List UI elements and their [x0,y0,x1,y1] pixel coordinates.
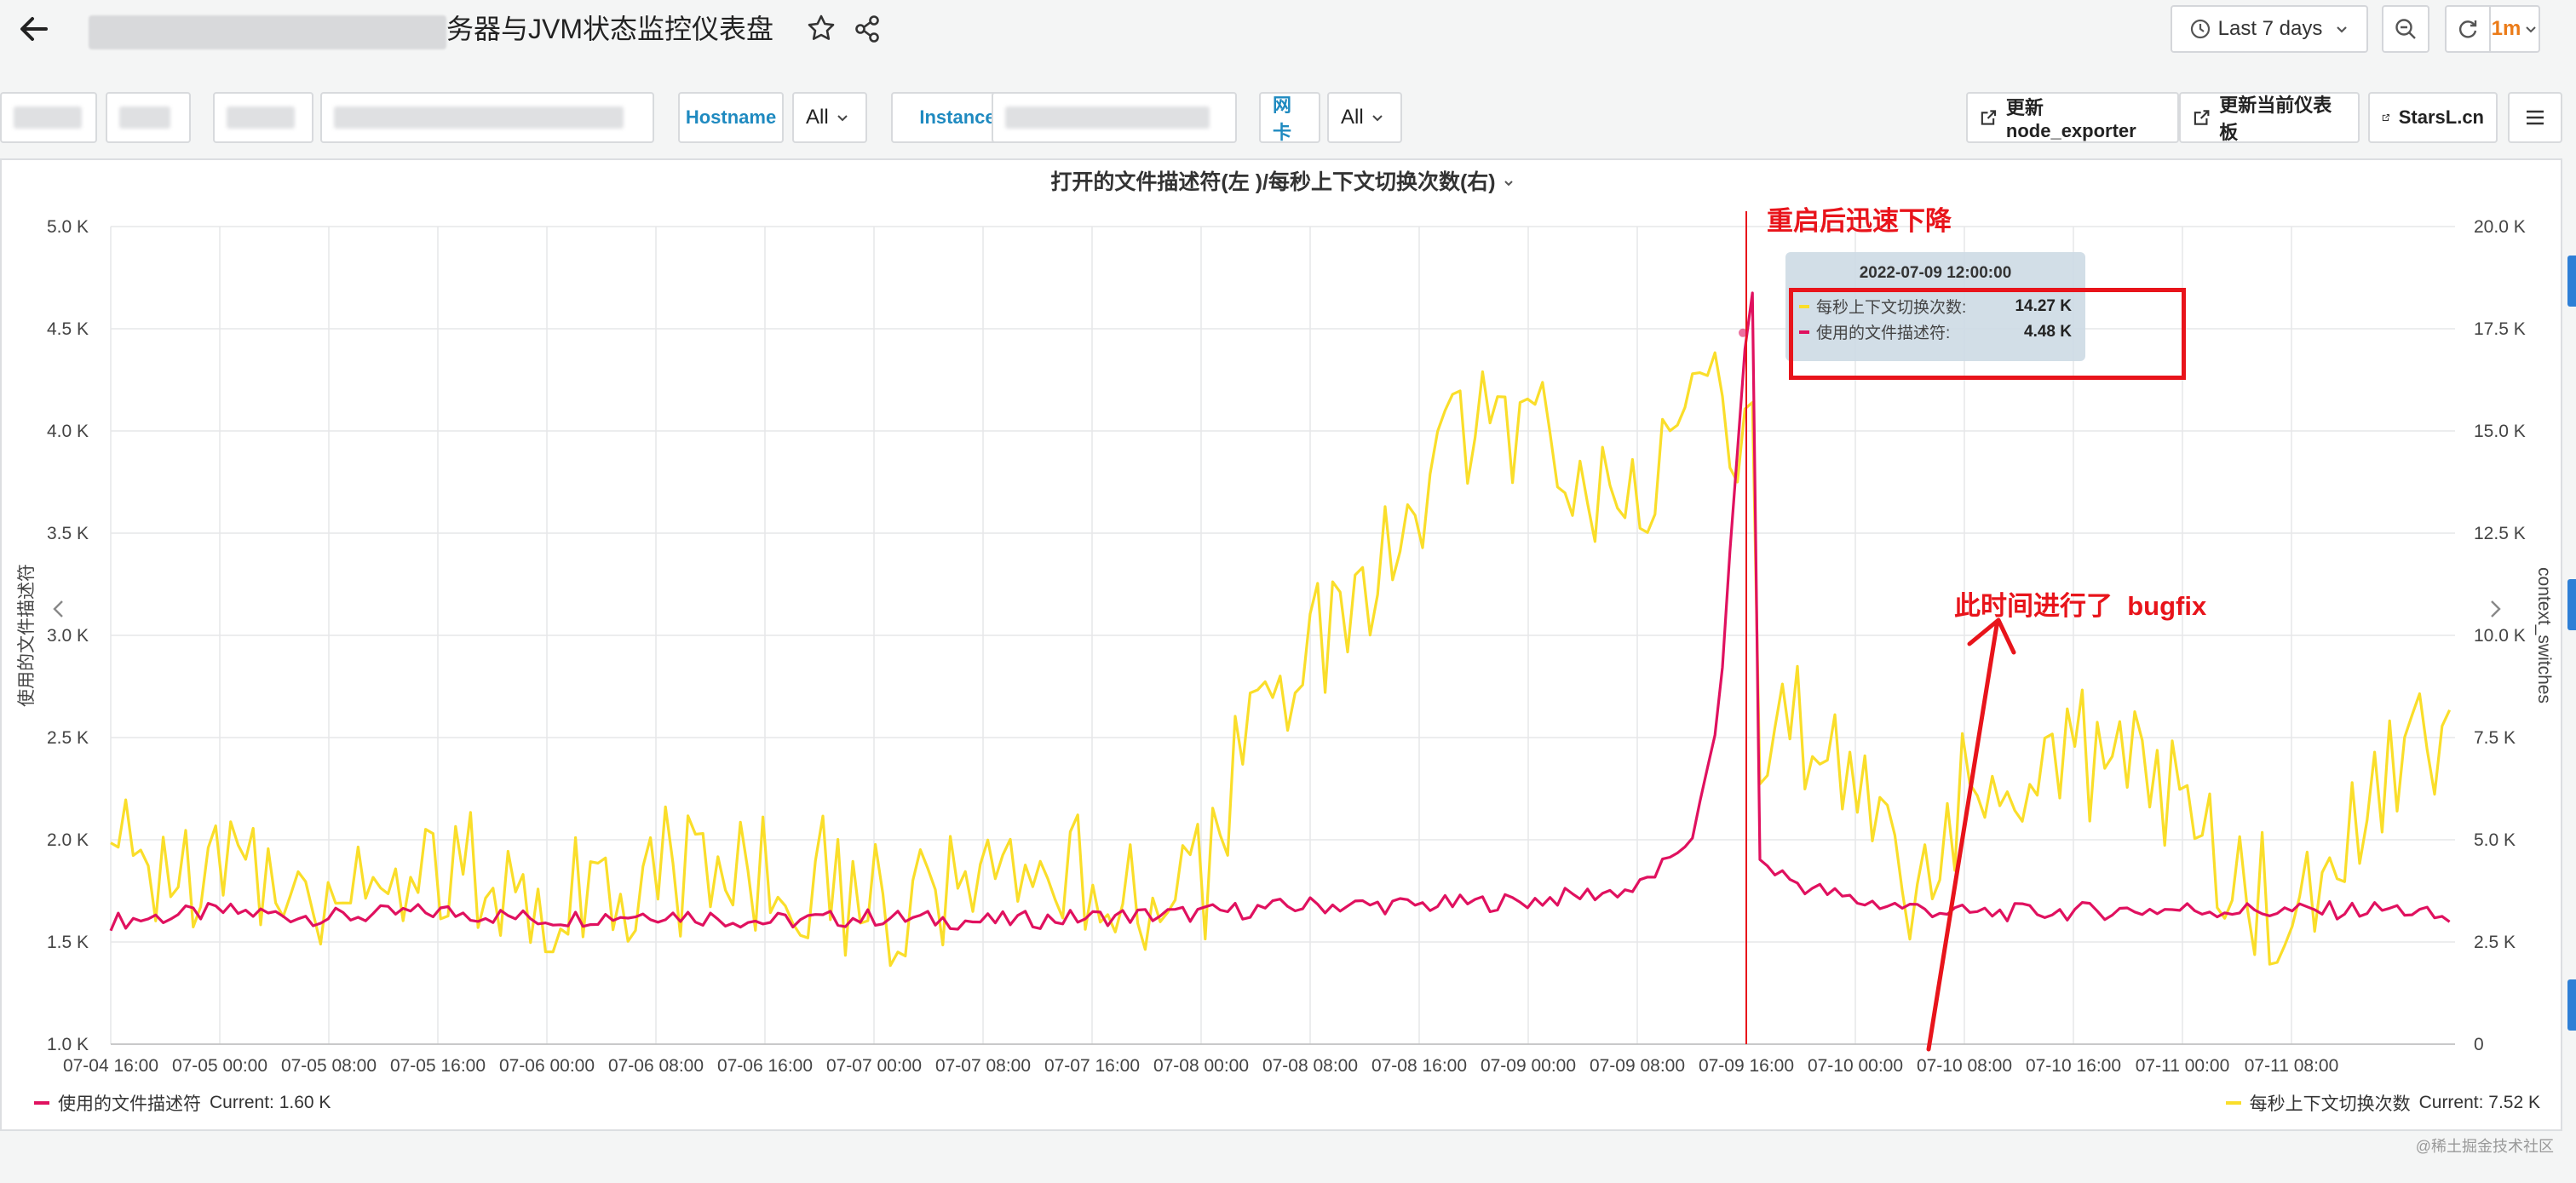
y-right-tick-label: 10.0 K [2474,626,2526,646]
y-left-tick-label: 1.0 K [47,1035,89,1054]
x-tick-label: 07-06 00:00 [499,1056,595,1076]
redacted-variable[interactable] [106,92,191,143]
redacted-variable[interactable] [0,92,97,143]
share-icon[interactable] [850,12,884,46]
y-right-tick-label: 0 [2474,1035,2484,1054]
refresh-interval[interactable]: 1m [2491,7,2539,51]
y-left-tick-label: 3.0 K [47,626,89,646]
zoom-out-button[interactable] [2382,5,2429,53]
watermark: @稀土掘金技术社区 [2415,1138,2554,1155]
legend-left-current: Current: 1.60 K [210,1093,331,1112]
refresh-picker[interactable]: 1m [2445,5,2540,53]
y-left-tick-label: 2.5 K [47,728,89,748]
redacted-variable[interactable] [213,92,313,143]
time-range-picker[interactable]: Last 7 days [2171,5,2368,53]
x-tick-label: 07-09 00:00 [1481,1056,1576,1076]
zoom-out-icon [2395,19,2416,39]
x-tick-label: 07-05 00:00 [172,1056,267,1076]
y-left-tick-label: 4.5 K [47,319,89,339]
legend-right-current: Current: 7.52 K [2418,1093,2540,1112]
x-tick-label: 07-10 00:00 [1808,1056,1903,1076]
hamburger-icon [2527,110,2544,125]
link-update-dashboard[interactable]: 更新当前仪表板 [2179,92,2360,143]
x-tick-label: 07-11 08:00 [2245,1056,2339,1076]
x-tick-label: 07-07 08:00 [935,1056,1031,1076]
legend-right[interactable]: 每秒上下文切换次数 Current: 7.52 K [2225,1090,2540,1116]
nic-variable-label: 网卡 [1259,92,1320,143]
y-left-tick-label: 4.0 K [47,422,89,441]
menu-button[interactable] [2508,92,2562,143]
annotation-arrow-line [1926,623,1999,1052]
chevron-down-icon [1371,115,1383,122]
x-tick-label: 07-08 08:00 [1262,1056,1358,1076]
x-tick-label: 07-10 08:00 [1917,1056,2012,1076]
y-left-tick-label: 2.0 K [47,830,89,850]
annotation-bugfix: 此时间进行了 bugfix [1954,591,2207,621]
y-right-axis-title: context_switches [2534,567,2554,703]
chevron-right-icon[interactable] [2482,596,2508,622]
x-tick-label: 07-06 16:00 [717,1056,813,1076]
x-tick-label: 07-05 08:00 [281,1056,377,1076]
y-right-tick-label: 20.0 K [2474,217,2526,237]
y-right-tick-label: 5.0 K [2474,830,2516,850]
clock-icon [2190,19,2210,39]
y-right-tick-label: 17.5 K [2474,319,2526,339]
x-tick-label: 07-09 16:00 [1699,1056,1794,1076]
y-left-tick-label: 3.5 K [47,524,89,543]
chevron-left-icon[interactable] [46,596,72,622]
x-tick-label: 07-10 16:00 [2026,1056,2121,1076]
external-link-icon [1981,110,1997,125]
redacted-folder [89,15,446,49]
y-right-tick-label: 12.5 K [2474,524,2526,543]
variables-bar: Hostname All Instance 网卡 All 更新node_expo… [0,89,2576,145]
legend-swatch-fd [34,1101,49,1105]
legend-right-name: 每秒上下文切换次数 [2249,1094,2411,1114]
hover-point [1739,328,1747,337]
highlight-box [1789,288,2186,380]
chevron-down-icon [837,115,848,122]
hostname-variable-label: Hostname [678,92,784,143]
annotation-restart: 重启后迅速下降 [1767,206,1952,236]
y-right-tick-label: 15.0 K [2474,422,2526,441]
external-link-icon [2382,113,2389,122]
x-tick-label: 07-09 08:00 [1590,1056,1685,1076]
x-tick-label: 07-05 16:00 [390,1056,486,1076]
y-right-tick-label: 7.5 K [2474,728,2516,748]
x-tick-label: 07-08 00:00 [1153,1056,1249,1076]
series-line-ctx [110,351,2452,968]
back-arrow-icon[interactable] [12,7,56,51]
top-navbar: 务器与JVM状态监控仪表盘 Last 7 days 1m [0,0,2576,60]
instance-select[interactable] [992,92,1237,143]
link-starsl[interactable]: StarsL.cn [2368,92,2498,143]
nic-select[interactable]: All [1327,92,1402,143]
x-tick-label: 07-04 16:00 [63,1056,158,1076]
x-tick-label: 07-07 00:00 [826,1056,922,1076]
y-right-tick-label: 2.5 K [2474,933,2516,952]
hostname-select[interactable]: All [792,92,867,143]
link-update-node-exporter[interactable]: 更新node_exporter [1966,92,2179,143]
star-icon[interactable] [804,12,838,46]
dashboard-title[interactable]: 务器与JVM状态监控仪表盘 [446,9,773,49]
x-tick-label: 07-08 16:00 [1371,1056,1467,1076]
refresh-icon[interactable] [2447,7,2491,51]
chevron-down-icon [2526,26,2537,33]
y-left-axis-title: 使用的文件描述符 [17,564,37,707]
x-tick-label: 07-07 16:00 [1044,1056,1140,1076]
time-range-label: Last 7 days [2217,17,2323,40]
x-tick-label: 07-06 08:00 [608,1056,704,1076]
external-link-icon [2194,110,2210,125]
y-left-tick-label: 5.0 K [47,217,89,237]
chevron-down-icon [2337,26,2348,33]
side-tab[interactable] [2567,256,2576,307]
redacted-variable[interactable] [320,92,654,143]
legend-left[interactable]: 使用的文件描述符 Current: 1.60 K [34,1090,331,1116]
side-tab[interactable] [2567,579,2576,630]
legend-left-name: 使用的文件描述符 [58,1094,201,1114]
y-left-tick-label: 1.5 K [47,933,89,952]
x-tick-label: 07-11 00:00 [2136,1056,2230,1076]
side-tab[interactable] [2567,979,2576,1031]
legend-swatch-ctx [2225,1101,2241,1105]
tooltip-time: 2022-07-09 12:00:00 [1859,264,2012,282]
